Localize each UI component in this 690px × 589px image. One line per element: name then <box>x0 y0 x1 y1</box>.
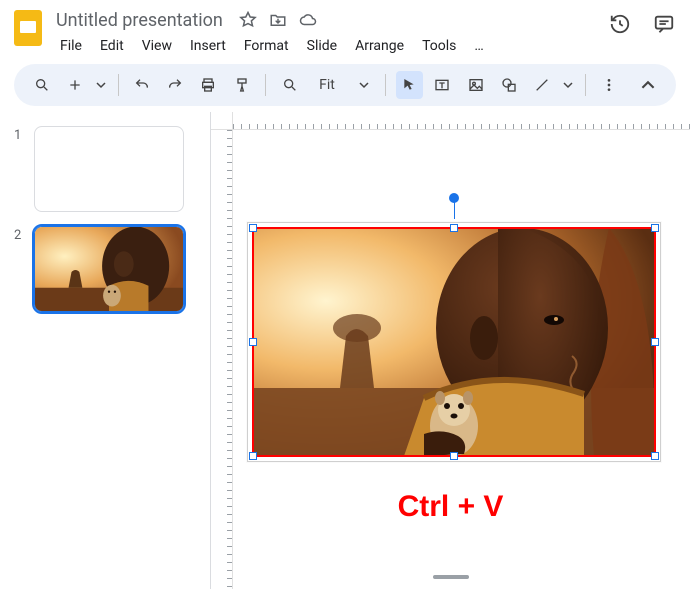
title-block: Untitled presentation File Edit View Ins… <box>52 8 608 58</box>
line-tool-icon[interactable] <box>528 71 555 99</box>
resize-handle-tr[interactable] <box>651 224 659 232</box>
separator <box>265 74 266 96</box>
resize-handle-r[interactable] <box>651 338 659 346</box>
menu-format[interactable]: Format <box>236 34 297 58</box>
horizontal-ruler[interactable] <box>233 112 690 130</box>
new-slide-dropdown-icon[interactable] <box>94 71 108 99</box>
header-actions <box>608 12 682 36</box>
placed-image <box>254 229 654 455</box>
menu-file[interactable]: File <box>52 34 90 58</box>
move-folder-icon[interactable] <box>269 11 287 29</box>
undo-icon[interactable] <box>129 71 156 99</box>
menu-more[interactable]: … <box>466 34 491 58</box>
rotation-handle[interactable] <box>449 193 459 203</box>
thumbnail-row: 2 <box>14 226 200 312</box>
chevron-down-icon <box>359 80 369 90</box>
resize-handle-l[interactable] <box>249 338 257 346</box>
zoom-icon[interactable] <box>276 71 303 99</box>
resize-handle-bl[interactable] <box>249 452 257 460</box>
print-icon[interactable] <box>195 71 222 99</box>
resize-handle-b[interactable] <box>450 452 458 460</box>
menu-edit[interactable]: Edit <box>92 34 132 58</box>
resize-handle-t[interactable] <box>450 224 458 232</box>
app-header: Untitled presentation File Edit View Ins… <box>0 0 690 58</box>
separator <box>585 74 586 96</box>
slide-canvas[interactable] <box>247 222 661 462</box>
ruler-corner <box>211 112 233 130</box>
more-tools-icon[interactable] <box>596 71 623 99</box>
search-menus-icon[interactable] <box>28 71 55 99</box>
selected-image[interactable] <box>252 227 656 457</box>
thumbnail-row: 1 <box>14 126 200 212</box>
cloud-status-icon[interactable] <box>299 11 317 29</box>
line-tool-dropdown-icon[interactable] <box>561 71 575 99</box>
thumbnail-panel: 1 2 <box>0 112 210 589</box>
thumbnail-slide-2[interactable] <box>34 226 184 312</box>
menu-view[interactable]: View <box>134 34 180 58</box>
star-icon[interactable] <box>239 11 257 29</box>
document-title[interactable]: Untitled presentation <box>52 10 227 31</box>
menu-slide[interactable]: Slide <box>299 34 345 58</box>
collapse-toolbar-icon[interactable] <box>635 71 662 99</box>
zoom-dropdown[interactable]: Fit <box>309 75 375 95</box>
canvas-area[interactable]: Ctrl + V <box>210 112 690 589</box>
menu-arrange[interactable]: Arrange <box>347 34 412 58</box>
resize-handle-tl[interactable] <box>249 224 257 232</box>
thumbnail-slide-1[interactable] <box>34 126 184 212</box>
annotation-text: Ctrl + V <box>211 490 690 524</box>
zoom-label: Fit <box>315 77 355 93</box>
toolbar: Fit <box>14 64 676 106</box>
new-slide-icon[interactable] <box>61 71 88 99</box>
resize-handle-br[interactable] <box>651 452 659 460</box>
content-area: 1 2 <box>0 112 690 589</box>
thumbnail-image <box>35 227 183 311</box>
history-icon[interactable] <box>608 12 632 36</box>
menu-bar: File Edit View Insert Format Slide Arran… <box>52 34 608 58</box>
menu-tools[interactable]: Tools <box>414 34 464 58</box>
textbox-tool-icon[interactable] <box>429 71 456 99</box>
slides-app-icon[interactable] <box>8 8 48 48</box>
separator <box>385 74 386 96</box>
redo-icon[interactable] <box>162 71 189 99</box>
thumbnail-number: 1 <box>14 126 24 143</box>
image-tool-icon[interactable] <box>462 71 489 99</box>
thumbnail-number: 2 <box>14 226 24 243</box>
speaker-notes-drag-handle[interactable] <box>433 575 469 579</box>
paint-format-icon[interactable] <box>228 71 255 99</box>
shape-tool-icon[interactable] <box>495 71 522 99</box>
select-tool-icon[interactable] <box>396 71 423 99</box>
separator <box>118 74 119 96</box>
menu-insert[interactable]: Insert <box>182 34 234 58</box>
comments-icon[interactable] <box>652 12 676 36</box>
